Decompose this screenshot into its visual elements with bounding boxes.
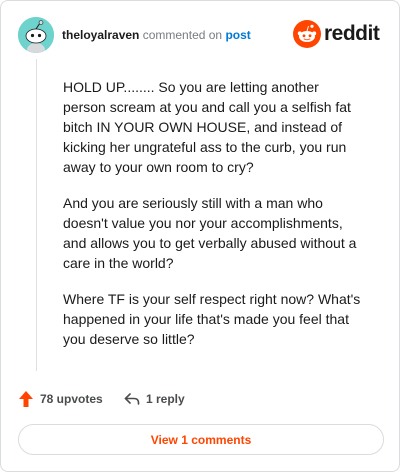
comment-card: theloyalraven commented on post reddit H… <box>0 0 400 472</box>
user-avatar[interactable] <box>18 17 54 53</box>
comment-paragraph: Where TF is your self respect right now?… <box>63 291 361 347</box>
comment-header: theloyalraven commented on post reddit <box>18 17 381 53</box>
action-text: commented on <box>142 28 223 42</box>
view-comments-button[interactable]: View 1 comments <box>18 424 384 455</box>
comment-actions: 78 upvotes 1 reply <box>18 389 318 409</box>
reddit-logo-icon <box>293 20 321 48</box>
post-link[interactable]: post <box>225 28 250 42</box>
comment-meta: theloyalraven commented on post <box>62 28 251 42</box>
reddit-wordmark: reddit <box>324 22 380 45</box>
thread-line[interactable] <box>36 59 37 371</box>
reply-arrow-icon <box>124 393 140 405</box>
username-link[interactable]: theloyalraven <box>62 28 139 42</box>
comment-paragraph: And you are seriously still with a man w… <box>63 195 357 271</box>
upvote-button[interactable]: 78 upvotes <box>18 389 103 409</box>
reply-button[interactable]: 1 reply <box>124 389 185 409</box>
comment-paragraph: HOLD UP........ So you are letting anoth… <box>63 79 351 175</box>
comment-body: HOLD UP........ So you are letting anoth… <box>63 77 363 365</box>
reddit-logo[interactable]: reddit <box>293 20 381 48</box>
upvote-count: 78 upvotes <box>40 392 103 406</box>
upvote-arrow-icon <box>19 391 33 407</box>
reply-count: 1 reply <box>146 392 185 406</box>
